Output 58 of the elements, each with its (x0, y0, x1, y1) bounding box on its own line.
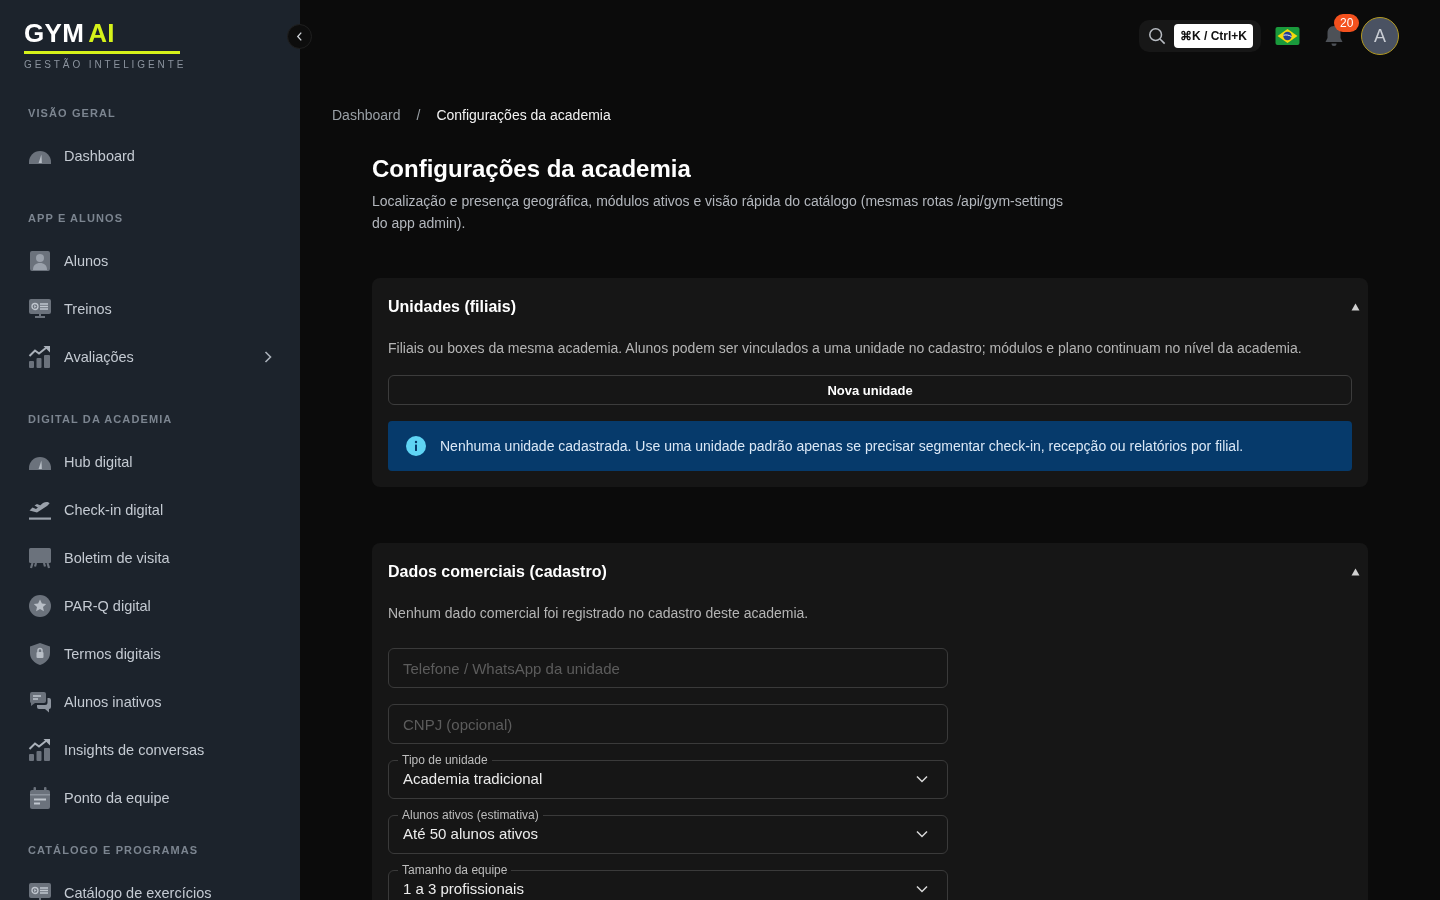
person-icon (28, 249, 52, 273)
alert-message: Nenhuma unidade cadastrada. Use uma unidade padrão apenas se precisar segmentar check-in, recepção ou relatórios por filial. (440, 437, 1244, 456)
card-title: Unidades (filiais) (388, 297, 517, 317)
nav-item[interactable]: Dashboard (0, 132, 300, 180)
search-button[interactable]: ⌘K / Ctrl+K (1139, 20, 1261, 52)
nav-section-heading: VISÃO GERAL (27, 106, 117, 121)
current-page-name: Configurações da academia (436, 106, 611, 125)
text-field[interactable]: CNPJ (opcional) (388, 704, 948, 744)
card-description: Nenhum dado comercial foi registrado no cadastro deste academia. (388, 604, 810, 623)
nav-item[interactable]: PAR-Q digital (0, 582, 300, 630)
nav-item[interactable]: Avaliações (0, 333, 300, 381)
nav-section-heading: CATÁLOGO E PROGRAMAS (27, 843, 200, 858)
search-icon (1148, 27, 1166, 45)
nav-section-heading: APP E ALUNOS (27, 211, 125, 226)
breadcrumb-separator: / (416, 106, 421, 125)
board-icon (28, 546, 52, 570)
dropdown-field[interactable]: Alunos ativos (estimativa) Até 50 alunos ativos (388, 808, 948, 854)
chart-icon (28, 738, 52, 762)
shortcut-hint: ⌘K / Ctrl+K (1174, 24, 1253, 48)
nav-item[interactable]: Termos digitais (0, 630, 300, 678)
chat-icon (28, 690, 52, 714)
card-title: Dados comerciais (cadastro) (388, 562, 607, 582)
nav-item[interactable]: Hub digital (0, 438, 300, 486)
nav-item[interactable]: Ponto da equipe (0, 774, 300, 822)
avatar[interactable]: A (1361, 17, 1399, 55)
chevron-down-icon (916, 885, 928, 893)
dropdown-field[interactable]: Tamanho da equipe 1 a 3 profissionais (388, 863, 948, 900)
flag-icon[interactable] (1275, 27, 1300, 45)
nav-item[interactable]: Alunos inativos (0, 678, 300, 726)
shield-lock-icon (28, 642, 52, 666)
nav-item[interactable]: Treinos (0, 285, 300, 333)
chevron-right-icon (264, 351, 272, 363)
info-icon (406, 436, 426, 456)
chart-icon (28, 345, 52, 369)
breadcrumb-link[interactable]: Dashboard (332, 105, 401, 125)
nav-item[interactable]: Alunos (0, 237, 300, 285)
page-description: Localização e presença geográfica, módulos ativos e visão rápida do catálogo (mesmas rotas /api/gym-settings do app admin). (372, 192, 1065, 233)
card-description: Filiais ou boxes da mesma academia. Alunos podem ser vinculados a uma unidade no cadastro; módulos e plano continuam no nível da academia. (388, 339, 1303, 358)
nav-item[interactable]: Boletim de visita (0, 534, 300, 582)
chevron-left-icon (296, 31, 303, 42)
text-field[interactable]: Telefone / WhatsApp da unidade (388, 648, 948, 688)
collapse-toggle-icon[interactable] (1351, 303, 1360, 311)
monitor-icon (28, 881, 52, 900)
new-unit-button[interactable]: Nova unidade (388, 375, 1352, 405)
logo: GYM AI (24, 18, 115, 48)
dropdown-field[interactable]: Tipo de unidade Academia tradicional (388, 753, 948, 799)
tagline: GESTÃO INTELIGENTE (24, 59, 188, 71)
page-title: Configurações da academia (372, 154, 692, 184)
nav-section-heading: DIGITAL DA ACADEMIA (27, 412, 174, 427)
calendar-icon (28, 786, 52, 810)
collapse-toggle-icon[interactable] (1351, 568, 1360, 576)
star-badge-icon (28, 594, 52, 618)
chevron-down-icon (916, 830, 928, 838)
notification-count: 20 (1334, 14, 1360, 32)
monitor-icon (28, 297, 52, 321)
nav-item[interactable]: Check-in digital (0, 486, 300, 534)
chevron-down-icon (916, 775, 928, 783)
nav-item[interactable]: Insights de conversas (0, 726, 300, 774)
